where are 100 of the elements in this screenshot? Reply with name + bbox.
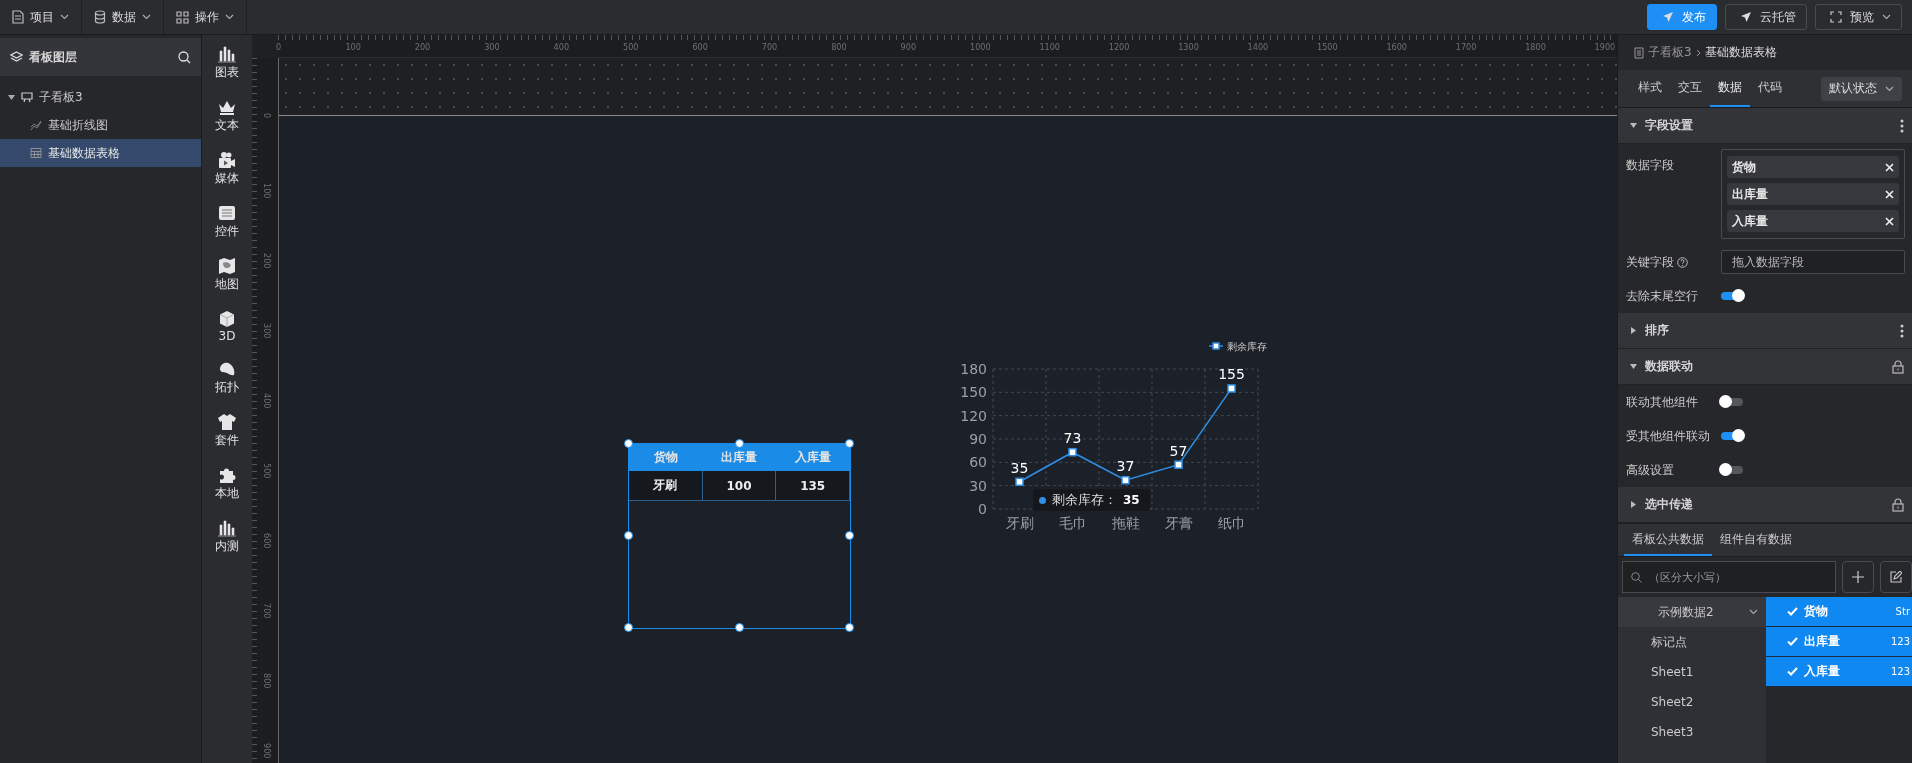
ruler-label: 1900 <box>1594 42 1616 52</box>
menu-button[interactable]: 数据 <box>82 0 164 34</box>
layer-name: 基础折线图 <box>48 116 108 134</box>
data-label: 35 <box>1010 459 1029 476</box>
legend-label: 剩余库存 <box>1227 341 1267 352</box>
ruler-label: 100 <box>345 42 361 52</box>
field-type: 123 <box>1890 666 1910 677</box>
ruler-label: 800 <box>831 42 847 52</box>
y-axis-label: 30 <box>969 477 987 494</box>
x-axis-label: 拖鞋 <box>1111 515 1140 531</box>
key-field-input[interactable]: 拖入数据字段 <box>1721 250 1905 274</box>
field-label: 高级设置 <box>1626 461 1675 479</box>
ruler-label: 900 <box>900 42 917 52</box>
ruler-label: 0 <box>276 42 282 52</box>
data-label: 73 <box>1063 430 1082 447</box>
menu-button[interactable]: 项目 <box>0 0 82 34</box>
ruler-label: 400 <box>262 393 272 409</box>
layer-item[interactable]: 基础折线图 <box>0 111 201 139</box>
menu-button[interactable]: 操作 <box>164 0 247 34</box>
layer-item[interactable]: 子看板3 <box>0 83 201 111</box>
y-axis-label: 60 <box>969 454 987 471</box>
layer-item[interactable]: 基础数据表格 <box>0 139 201 167</box>
data-source-tab[interactable]: 看板公共数据 <box>1624 524 1712 556</box>
y-axis-label: 120 <box>960 407 987 424</box>
x-axis-label: 毛巾 <box>1058 515 1087 531</box>
data-label: 155 <box>1218 366 1245 383</box>
data-field-item[interactable]: 入库量 123 <box>1766 657 1912 687</box>
tooltip-value: 35 <box>1123 493 1140 507</box>
ruler-label: 500 <box>623 42 639 52</box>
section-header[interactable]: 字段设置 <box>1618 108 1912 144</box>
toolbox-item[interactable]: 套件 <box>205 413 249 449</box>
y-axis-label: 90 <box>969 431 987 447</box>
sheet-item[interactable]: 标记点 <box>1618 627 1766 657</box>
section-header[interactable]: 排序 <box>1618 313 1912 349</box>
field-label: 联动其他组件 <box>1626 393 1699 411</box>
x-axis-label: 牙刷 <box>1005 515 1034 531</box>
sheet-item[interactable]: Sheet1 <box>1618 657 1766 687</box>
ruler-label: 600 <box>692 42 708 52</box>
field-type: 123 <box>1890 636 1910 647</box>
sheet-item[interactable]: Sheet3 <box>1618 717 1766 747</box>
ruler-label: 1800 <box>1525 42 1546 52</box>
ruler-label: 500 <box>262 463 272 479</box>
ruler-label: 1400 <box>1247 42 1269 52</box>
data-label: 37 <box>1116 458 1135 475</box>
table-cell: 牙刷 <box>629 471 703 501</box>
data-source-tab[interactable]: 组件自有数据 <box>1712 524 1800 556</box>
ruler-label: 800 <box>262 673 272 689</box>
data-label: 57 <box>1169 442 1188 459</box>
search-field[interactable]: （区分大小写） <box>1622 561 1836 593</box>
toolbox-item[interactable]: 图表 <box>205 45 249 81</box>
ruler-label: 900 <box>262 743 272 759</box>
cloud-host-button[interactable]: 云托管 <box>1725 4 1807 30</box>
ruler-label: 1600 <box>1386 42 1407 52</box>
ruler-label: 100 <box>262 183 272 199</box>
toolbox-item[interactable]: 文本 <box>205 98 249 134</box>
toolbox-item[interactable]: 内测 <box>205 519 249 555</box>
table-cell: 100 <box>702 471 777 501</box>
column-header: 出库量 <box>702 444 777 471</box>
ruler-label: 300 <box>262 323 272 339</box>
data-field-item[interactable]: 出库量 123 <box>1766 627 1912 657</box>
ruler-label: 1200 <box>1108 42 1130 52</box>
ruler-label: 600 <box>262 533 272 549</box>
preview-button[interactable]: 预览 <box>1815 4 1902 30</box>
field-chip[interactable]: 出库量 <box>1727 183 1899 205</box>
state-dropdown[interactable]: 默认状态 <box>1821 76 1902 101</box>
toolbox-item[interactable]: 本地 <box>205 466 249 502</box>
inspector-tab[interactable]: 代码 <box>1750 70 1790 107</box>
table-cell: 135 <box>776 471 850 501</box>
field-chip[interactable]: 入库量 <box>1727 210 1899 232</box>
toolbox-item[interactable]: 媒体 <box>205 151 249 187</box>
section-header[interactable]: 选中传递 <box>1618 487 1912 523</box>
data-field-item[interactable]: 货物 Str <box>1766 597 1912 627</box>
toolbox-item[interactable]: 3D <box>205 310 249 343</box>
sheet-item[interactable]: Sheet2 <box>1618 687 1766 717</box>
field-label: 关键字段 <box>1626 253 1674 271</box>
x-axis-label: 纸巾 <box>1217 515 1246 531</box>
field-label: 去除末尾空行 <box>1626 287 1699 305</box>
breadcrumb-link[interactable]: 子看板3 <box>1648 44 1692 61</box>
ruler-label: 200 <box>414 42 431 52</box>
toolbox-item[interactable]: 拓扑 <box>205 360 249 396</box>
column-header: 入库量 <box>776 444 850 471</box>
section-header[interactable]: 数据联动 <box>1618 349 1912 385</box>
inspector-tab[interactable]: 样式 <box>1630 70 1670 107</box>
layer-name: 子看板3 <box>39 88 83 106</box>
inspector-tab[interactable]: 交互 <box>1670 70 1710 107</box>
ruler-label: 700 <box>262 603 272 619</box>
y-axis-label: 180 <box>960 361 987 377</box>
toolbox-item[interactable]: 控件 <box>205 204 249 240</box>
dataset-group[interactable]: 示例数据2 <box>1618 597 1766 627</box>
tooltip-label: 剩余库存： <box>1052 491 1117 509</box>
ruler-label: 400 <box>553 42 570 52</box>
ruler-label: 1700 <box>1455 42 1477 52</box>
column-header: 货物 <box>629 444 703 471</box>
ruler-label: 0 <box>262 113 272 119</box>
field-chip[interactable]: 货物 <box>1727 156 1899 178</box>
y-axis-label: 0 <box>978 501 987 517</box>
panel-title: 看板图层 <box>29 48 78 66</box>
x-axis-label: 牙膏 <box>1164 515 1193 531</box>
field-label: 数据字段 <box>1626 157 1675 174</box>
toolbox-item[interactable]: 地图 <box>205 257 249 293</box>
